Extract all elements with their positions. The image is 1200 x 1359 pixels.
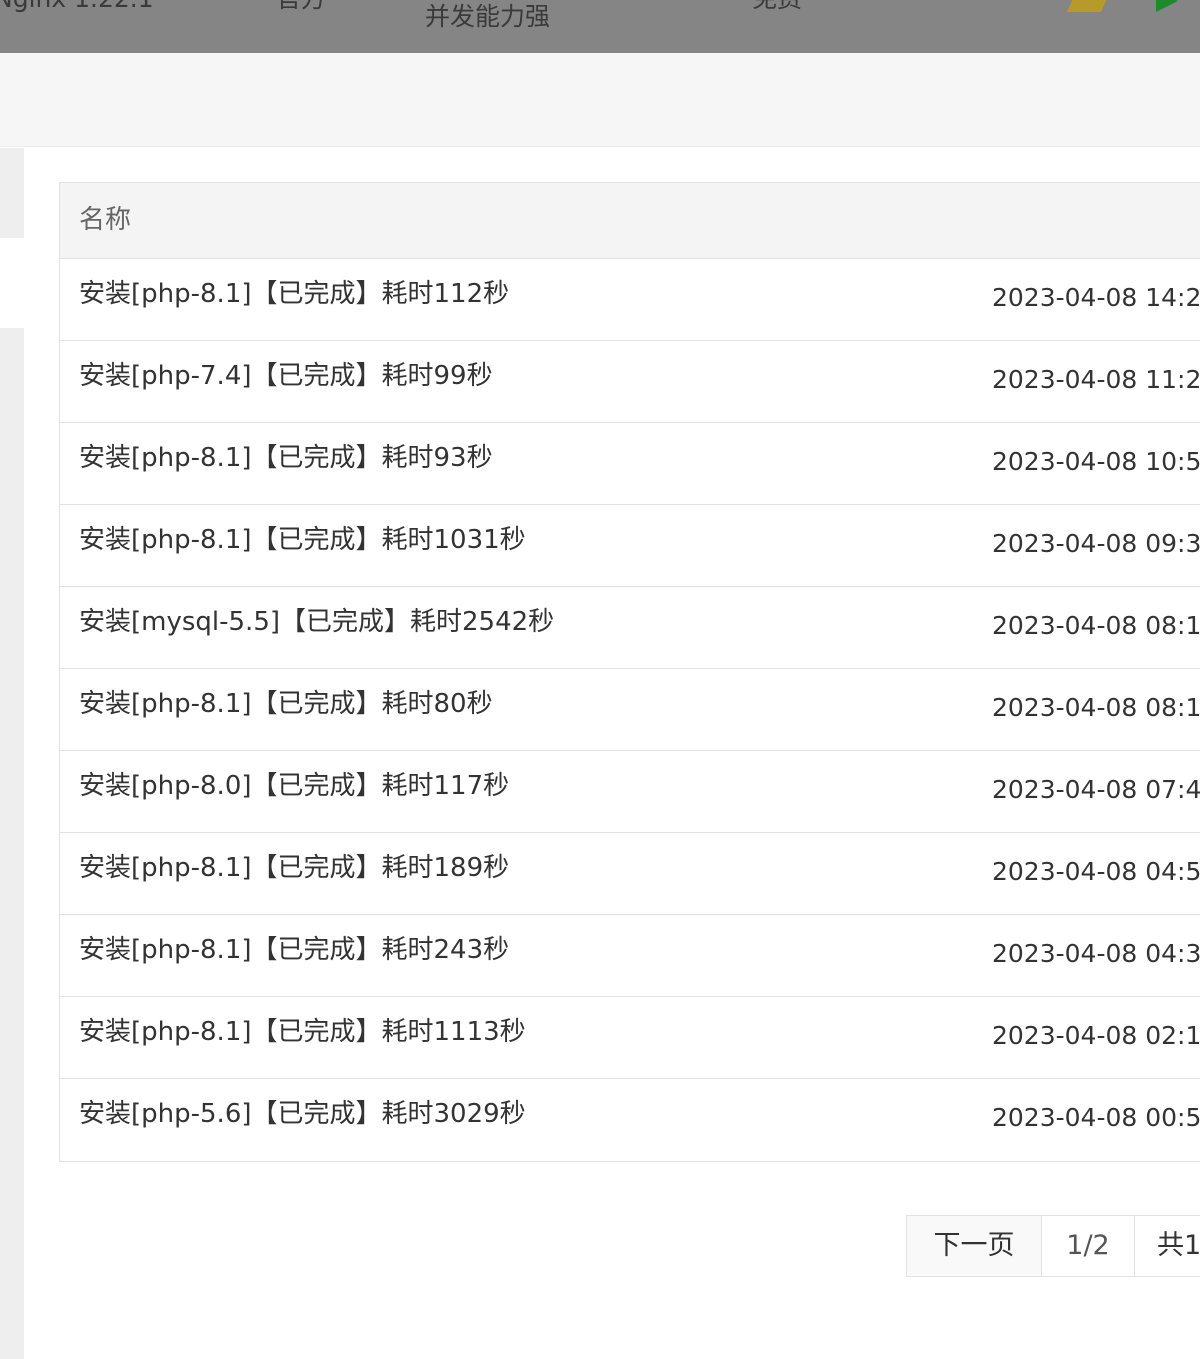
table-row: 安装[php-7.4]【已完成】耗时99秒 2023-04-08 11:2 [60, 341, 1200, 423]
task-table: 名称 安装[php-8.1]【已完成】耗时112秒 2023-04-08 14:2… [59, 182, 1200, 1162]
table-row: 安装[php-8.1]【已完成】耗时80秒 2023-04-08 08:1 [60, 669, 1200, 751]
task-name: 安装[php-8.0]【已完成】耗时117秒 [79, 771, 510, 801]
table-row: 安装[php-8.1]【已完成】耗时1031秒 2023-04-08 09:3 [60, 505, 1200, 587]
task-name: 安装[php-8.1]【已完成】耗时189秒 [79, 853, 510, 883]
task-name: 安装[mysql-5.5]【已完成】耗时2542秒 [79, 607, 555, 637]
task-name: 安装[php-8.1]【已完成】耗时1113秒 [79, 1017, 526, 1047]
task-time: 2023-04-08 07:4 [992, 775, 1200, 804]
task-time: 2023-04-08 10:5 [992, 447, 1200, 476]
task-name: 安装[php-7.4]【已完成】耗时99秒 [79, 361, 493, 391]
next-page-button[interactable]: 下一页 [907, 1216, 1042, 1276]
table-row: 安装[php-8.1]【已完成】耗时93秒 2023-04-08 10:5 [60, 423, 1200, 505]
edit-icon[interactable] [1066, 0, 1112, 12]
table-row: 安装[php-8.1]【已完成】耗时189秒 2023-04-08 04:5 [60, 833, 1200, 915]
task-time: 2023-04-08 09:3 [992, 529, 1200, 558]
page-indicator: 1/2 [1042, 1216, 1135, 1276]
task-time: 2023-04-08 04:3 [992, 939, 1200, 968]
side-nav [0, 148, 24, 1359]
table-row: 安装[php-8.1]【已完成】耗时243秒 2023-04-08 04:3 [60, 915, 1200, 997]
task-time: 2023-04-08 08:1 [992, 693, 1200, 722]
table-row: 安装[php-8.0]【已完成】耗时117秒 2023-04-08 07:4 [60, 751, 1200, 833]
table-row: 安装[php-8.1]【已完成】耗时1113秒 2023-04-08 02:1 [60, 997, 1200, 1079]
task-time: 2023-04-08 04:5 [992, 857, 1200, 886]
task-time: 2023-04-08 11:2 [992, 365, 1200, 394]
task-list-panel: 名称 安装[php-8.1]【已完成】耗时112秒 2023-04-08 14:2… [24, 148, 1200, 1359]
task-name: 安装[php-8.1]【已完成】耗时112秒 [79, 279, 510, 309]
software-version: Nginx 1.22.1 [0, 0, 154, 14]
total-count: 共1 [1157, 1230, 1200, 1261]
table-row: 安装[mysql-5.5]【已完成】耗时2542秒 2023-04-08 08:1 [60, 587, 1200, 669]
task-time: 2023-04-08 02:1 [992, 1021, 1200, 1050]
task-time: 2023-04-08 00:5 [992, 1103, 1200, 1132]
task-time: 2023-04-08 08:1 [992, 611, 1200, 640]
software-source: 官方 [276, 0, 326, 14]
task-time: 2023-04-08 14:2 [992, 283, 1200, 312]
play-icon[interactable] [1156, 0, 1178, 12]
software-price: 免费 [752, 0, 802, 14]
task-name: 安装[php-5.6]【已完成】耗时3029秒 [79, 1099, 526, 1129]
task-name: 安装[php-8.1]【已完成】耗时243秒 [79, 935, 510, 965]
software-description: 并发能力强 [425, 2, 551, 31]
column-header-name: 名称 [79, 205, 132, 235]
table-header: 名称 [60, 183, 1200, 259]
task-name: 安装[php-8.1]【已完成】耗时93秒 [79, 443, 493, 473]
task-name: 安装[php-8.1]【已完成】耗时80秒 [79, 689, 493, 719]
software-row-overlay: Nginx 1.22.1 官方 并发能力强 免费 [0, 0, 1200, 53]
side-nav-active-item[interactable] [0, 238, 24, 328]
task-name: 安装[php-8.1]【已完成】耗时1031秒 [79, 525, 526, 555]
table-row: 安装[php-8.1]【已完成】耗时112秒 2023-04-08 14:2 [60, 259, 1200, 341]
panel-header [0, 53, 1200, 147]
table-row: 安装[php-5.6]【已完成】耗时3029秒 2023-04-08 00:5 [60, 1079, 1200, 1161]
pagination: 下一页 1/2 共1 [906, 1215, 1200, 1277]
